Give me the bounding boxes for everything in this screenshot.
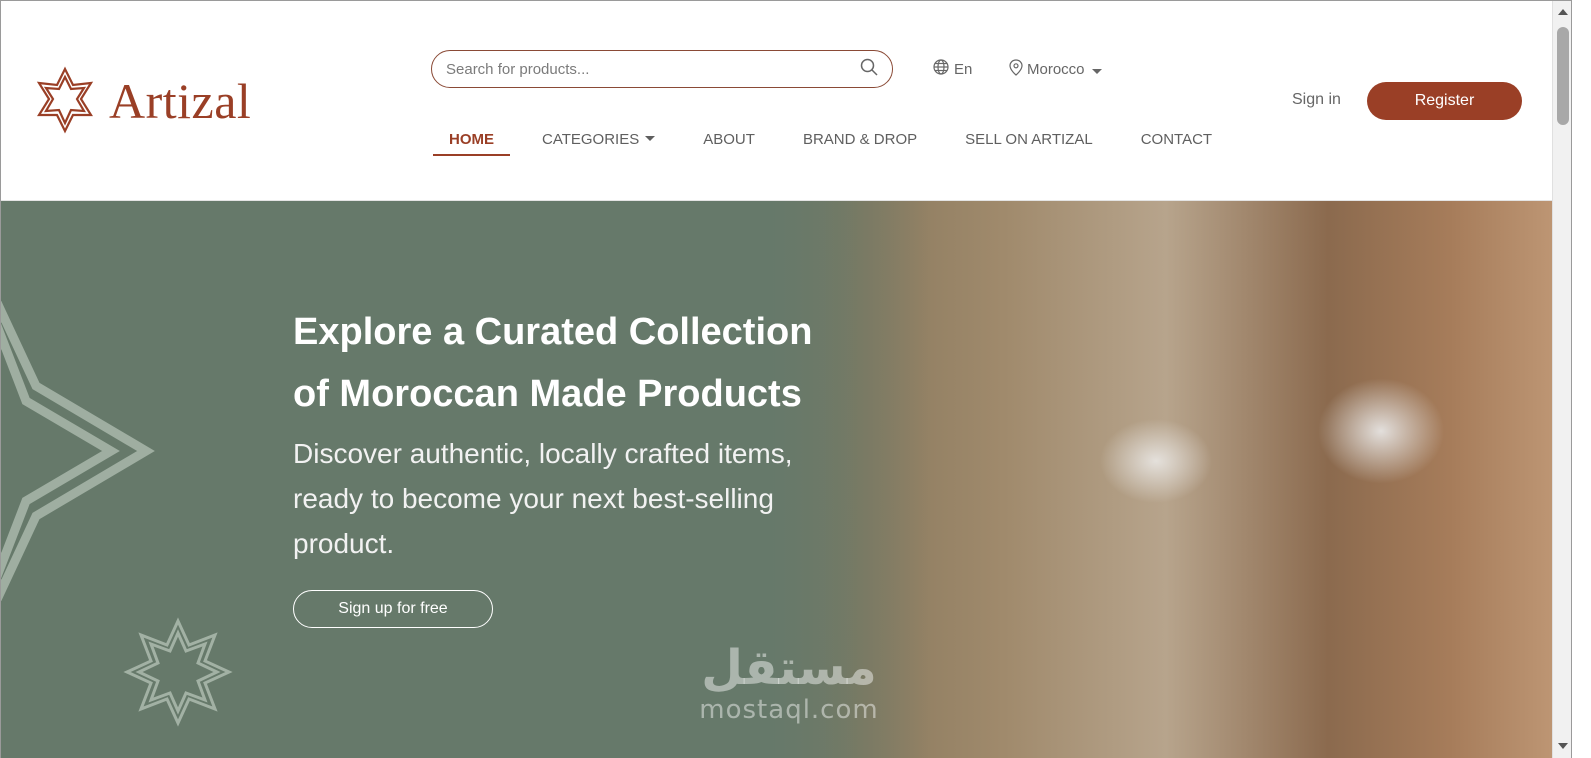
nav-about[interactable]: ABOUT [687, 129, 771, 156]
main-nav: HOME CATEGORIES ABOUT BRAND & DROP SELL … [433, 129, 1244, 156]
hero-title: Explore a Curated Collection of Moroccan… [293, 311, 813, 415]
nav-sell[interactable]: SELL ON ARTIZAL [949, 129, 1109, 156]
watermark: مستقل mostaql.com [689, 641, 889, 725]
signup-button[interactable]: Sign up for free [293, 590, 493, 628]
nav-home[interactable]: HOME [433, 129, 510, 156]
brand-logo[interactable]: Artizal [29, 65, 251, 137]
search-bar[interactable] [431, 50, 893, 88]
star-logo-icon [36, 66, 94, 134]
decorative-star-icon [1, 301, 155, 601]
country-label: Morocco [1027, 61, 1085, 78]
nav-categories[interactable]: CATEGORIES [526, 129, 671, 156]
location-pin-icon [1009, 59, 1023, 80]
browser-viewport: Artizal En Morocco HOME CATEGORIES [0, 0, 1572, 758]
hero-section: Explore a Curated Collection of Moroccan… [1, 201, 1571, 758]
scrollbar[interactable] [1552, 1, 1571, 758]
site-header: Artizal En Morocco HOME CATEGORIES [1, 1, 1571, 201]
nav-contact[interactable]: CONTACT [1125, 129, 1228, 156]
watermark-latin: mostaql.com [699, 695, 879, 725]
country-selector[interactable]: Morocco [1009, 59, 1102, 80]
chevron-down-icon [1091, 68, 1102, 74]
scrollbar-thumb[interactable] [1557, 27, 1569, 125]
watermark-arabic: مستقل [701, 640, 877, 696]
search-input[interactable] [444, 59, 860, 79]
globe-icon [933, 59, 949, 79]
nav-categories-label: CATEGORIES [542, 131, 640, 148]
decorative-star-small-icon [123, 617, 233, 727]
scroll-down-arrow-icon[interactable] [1558, 743, 1568, 749]
chevron-down-icon [645, 136, 656, 142]
hero-subtitle: Discover authentic, locally crafted item… [293, 438, 793, 559]
register-button[interactable]: Register [1367, 82, 1522, 120]
search-icon[interactable] [860, 58, 878, 81]
brand-name: Artizal [109, 73, 252, 129]
language-label: En [954, 60, 973, 78]
nav-brand-drop[interactable]: BRAND & DROP [787, 129, 933, 156]
language-selector[interactable]: En [933, 59, 972, 79]
scroll-up-arrow-icon[interactable] [1558, 9, 1568, 15]
signin-link[interactable]: Sign in [1292, 91, 1341, 109]
